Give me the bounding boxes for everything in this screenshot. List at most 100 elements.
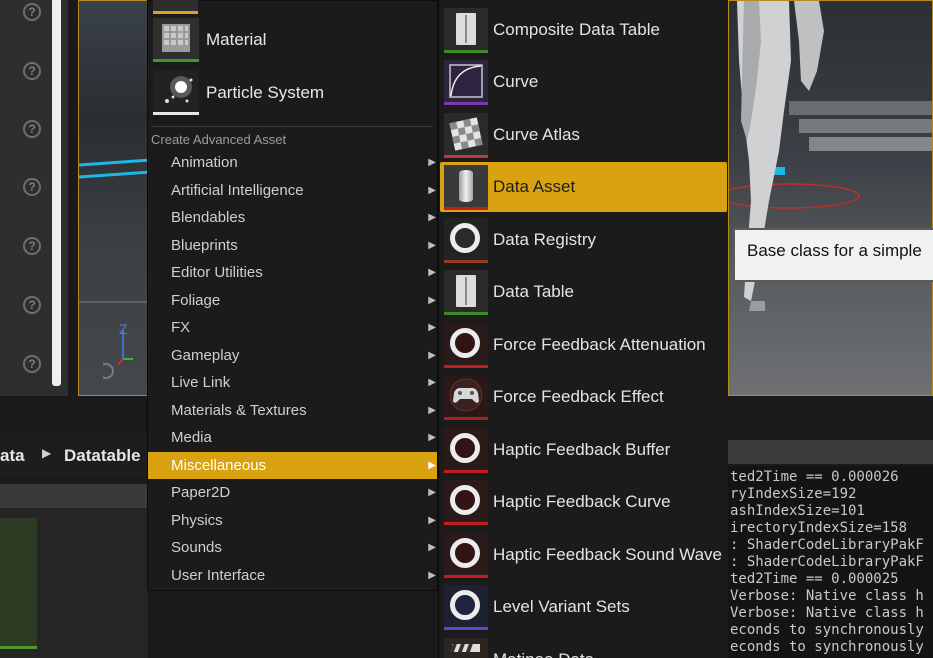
level-variant-sets-icon	[444, 585, 488, 630]
menu-category-materials-textures[interactable]: Materials & Textures ▶	[148, 397, 437, 424]
submenu-item-haptic-feedback-sound-wave[interactable]: Haptic Feedback Sound Wave	[440, 530, 727, 580]
menu-category-label: Miscellaneous	[171, 457, 267, 474]
breadcrumb-item[interactable]: Datatable	[64, 446, 141, 466]
menu-category-physics[interactable]: Physics ▶	[148, 507, 437, 534]
menu-category-label: Artificial Intelligence	[171, 182, 304, 199]
help-icon[interactable]: ?	[23, 296, 41, 314]
help-icon[interactable]: ?	[23, 3, 41, 21]
viewport-right[interactable]	[728, 0, 933, 396]
log-line: ted2Time == 0.000026	[730, 469, 899, 485]
character-mannequin	[729, 1, 932, 311]
submenu-item-data-registry[interactable]: Data Registry	[440, 215, 727, 265]
menu-category-artificial-intelligence[interactable]: Artificial Intelligence ▶	[148, 177, 437, 204]
menu-category-blueprints[interactable]: Blueprints ▶	[148, 232, 437, 259]
menu-category-user-interface[interactable]: User Interface ▶	[148, 562, 437, 589]
submenu-item-haptic-feedback-curve[interactable]: Haptic Feedback Curve	[440, 477, 727, 527]
grid-line	[79, 170, 149, 179]
menu-category-paper2d[interactable]: Paper2D ▶	[148, 479, 437, 506]
chevron-right-icon: ▶	[428, 350, 436, 361]
asset-thumbnail[interactable]	[0, 518, 37, 649]
submenu-item-matinee-data[interactable]: Matinee Data	[440, 635, 727, 658]
menu-category-blendables[interactable]: Blendables ▶	[148, 204, 437, 231]
composite-data-table-icon	[444, 8, 488, 53]
submenu-item-force-feedback-attenuation[interactable]: Force Feedback Attenuation	[440, 320, 727, 370]
menu-category-miscellaneous[interactable]: Miscellaneous ▶	[148, 452, 437, 479]
help-icon[interactable]: ?	[23, 355, 41, 373]
menu-category-animation[interactable]: Animation ▶	[148, 149, 437, 176]
chevron-right-icon: ▶	[428, 487, 436, 498]
menu-item-material[interactable]: Material	[151, 16, 433, 66]
menu-section-header: Create Advanced Asset	[151, 132, 287, 147]
help-icon[interactable]: ?	[23, 62, 41, 80]
submenu-item-label: Data Asset	[493, 177, 576, 196]
menu-category-label: Materials & Textures	[171, 402, 307, 419]
curve-icon	[444, 60, 488, 105]
menu-category-label: Paper2D	[171, 484, 231, 501]
menu-category-media[interactable]: Media ▶	[148, 424, 437, 451]
chevron-right-icon: ▶	[428, 542, 436, 553]
material-icon	[153, 18, 199, 62]
menu-divider	[151, 126, 433, 127]
chevron-right-icon: ▶	[428, 432, 436, 443]
menu-category-label: Media	[171, 429, 212, 446]
help-icon[interactable]: ?	[23, 237, 41, 255]
menu-category-label: Sounds	[171, 539, 222, 556]
chevron-right-icon: ▶	[428, 460, 436, 471]
log-line: ted2Time == 0.000025	[730, 571, 899, 587]
submenu-item-label: Haptic Feedback Buffer	[493, 440, 671, 459]
chevron-right-icon: ▶	[42, 446, 52, 460]
viewport-left[interactable]: Z	[78, 0, 150, 396]
menu-category-label: Blueprints	[171, 237, 238, 254]
haptic-feedback-curve-icon	[444, 480, 488, 525]
submenu-item-haptic-feedback-buffer[interactable]: Haptic Feedback Buffer	[440, 425, 727, 475]
submenu-item-composite-data-table[interactable]: Composite Data Table	[440, 5, 727, 55]
help-icon[interactable]: ?	[23, 120, 41, 138]
menu-item-label: Material	[206, 30, 267, 49]
submenu-item-label: Haptic Feedback Curve	[493, 492, 671, 511]
submenu-item-data-asset[interactable]: Data Asset	[440, 162, 727, 212]
log-line: Verbose: Native class h	[730, 588, 924, 604]
gamepad-icon	[444, 375, 488, 420]
submenu-item-label: Haptic Feedback Sound Wave	[493, 545, 722, 564]
menu-category-fx[interactable]: FX ▶	[148, 314, 437, 341]
chevron-right-icon: ▶	[428, 405, 436, 416]
submenu-item-label: Force Feedback Effect	[493, 387, 664, 406]
chevron-right-icon: ▶	[428, 157, 436, 168]
grid-line	[79, 301, 149, 303]
submenu-item-level-variant-sets[interactable]: Level Variant Sets	[440, 582, 727, 632]
menu-category-label: Animation	[171, 154, 238, 171]
help-icon[interactable]: ?	[23, 178, 41, 196]
submenu-item-force-feedback-effect[interactable]: Force Feedback Effect	[440, 372, 727, 422]
menu-category-foliage[interactable]: Foliage ▶	[148, 287, 437, 314]
menu-category-sounds[interactable]: Sounds ▶	[148, 534, 437, 561]
output-log-header	[728, 440, 933, 464]
menu-item-particle-system[interactable]: Particle System	[151, 69, 433, 119]
log-line: Verbose: Native class h	[730, 605, 924, 621]
submenu-item-label: Data Registry	[493, 230, 596, 249]
menu-category-editor-utilities[interactable]: Editor Utilities ▶	[148, 259, 437, 286]
log-line: : ShaderCodeLibraryPakF	[730, 537, 924, 553]
submenu-item-curve-atlas[interactable]: Curve Atlas	[440, 110, 727, 160]
submenu-item-label: Level Variant Sets	[493, 597, 630, 616]
data-registry-icon	[444, 218, 488, 263]
menu-category-gameplay[interactable]: Gameplay ▶	[148, 342, 437, 369]
log-line: ryIndexSize=192	[730, 486, 857, 502]
submenu-item-curve[interactable]: Curve	[440, 57, 727, 107]
chevron-right-icon: ▶	[428, 295, 436, 306]
details-scrollbar[interactable]	[52, 0, 61, 386]
log-line: econds to synchronously	[730, 639, 924, 655]
submenu-item-label: Composite Data Table	[493, 20, 660, 39]
chevron-right-icon: ▶	[428, 570, 436, 581]
menu-category-label: Live Link	[171, 374, 231, 391]
chevron-right-icon: ▶	[428, 185, 436, 196]
breadcrumb-item[interactable]: ata	[0, 446, 25, 466]
submenu-item-label: Matinee Data	[493, 650, 594, 658]
submenu-item-label: Force Feedback Attenuation	[493, 335, 706, 354]
log-line: : ShaderCodeLibraryPakF	[730, 554, 924, 570]
chevron-right-icon: ▶	[428, 240, 436, 251]
submenu-item-data-table[interactable]: Data Table	[440, 267, 727, 317]
menu-category-live-link[interactable]: Live Link ▶	[148, 369, 437, 396]
partial-asset-icon	[153, 0, 198, 14]
axis-z-label: Z	[119, 321, 128, 337]
clapperboard-icon	[444, 638, 488, 658]
